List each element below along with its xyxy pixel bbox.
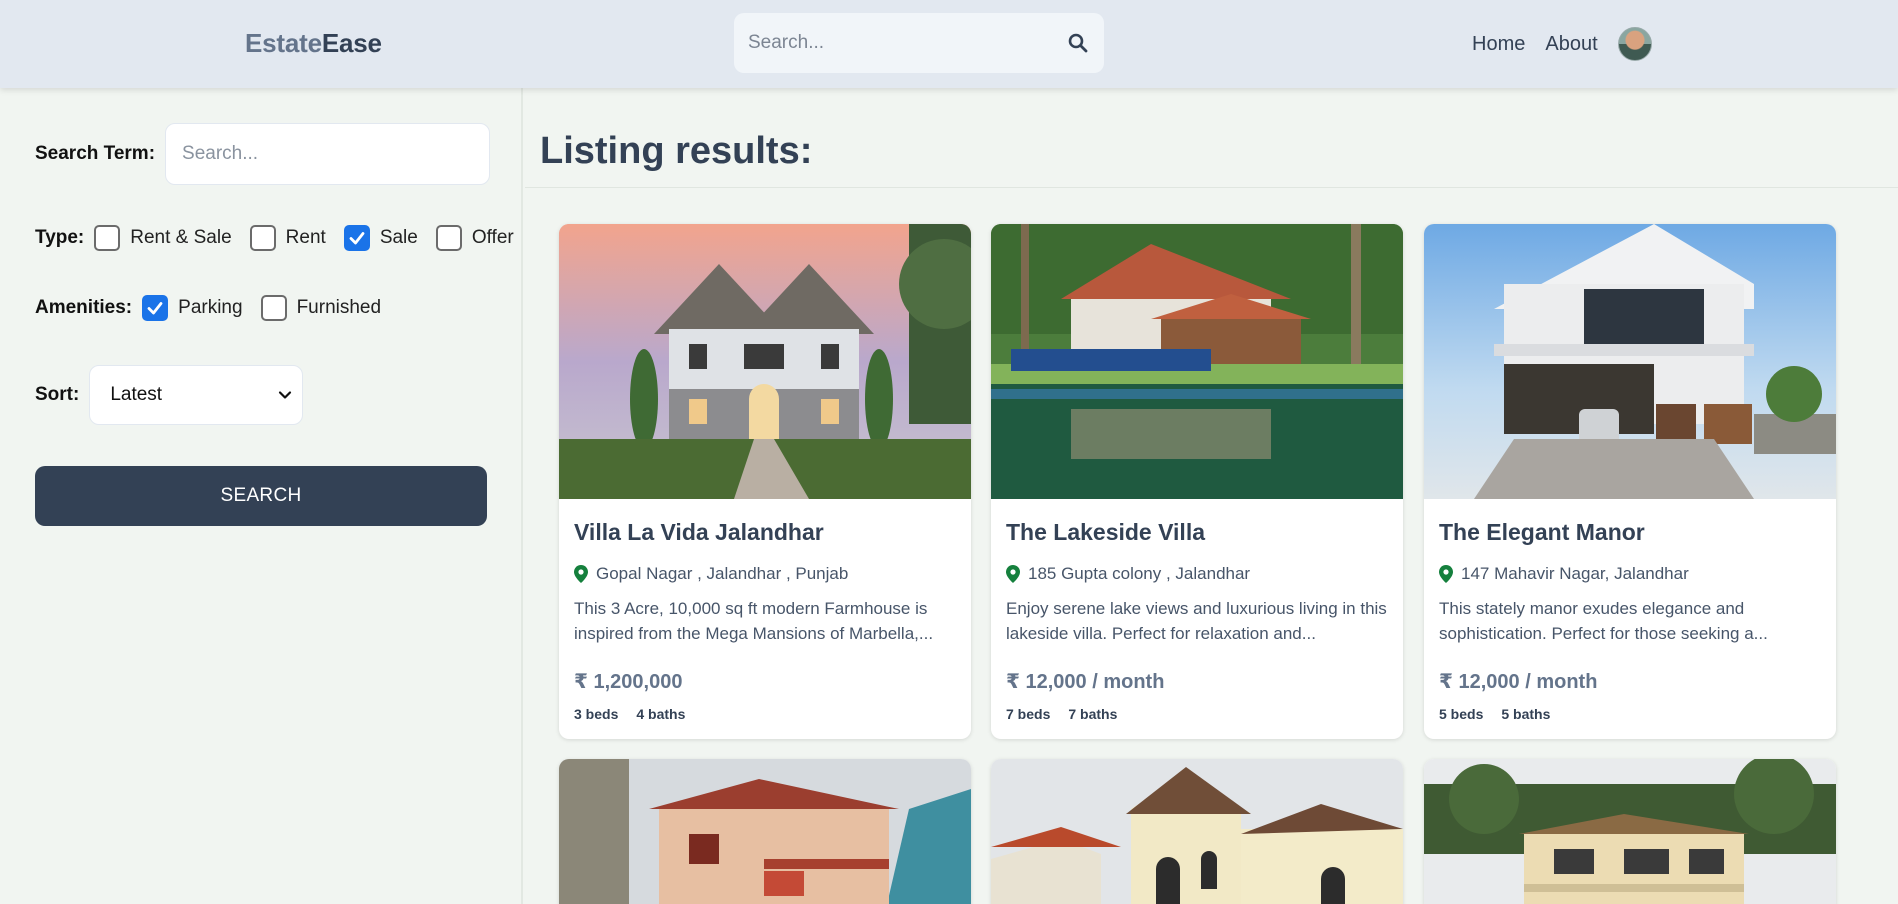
type-option-rent-sale[interactable]: Rent & Sale [94,225,232,251]
type-option-label: Sale [379,227,418,248]
listing-image[interactable] [1424,759,1836,904]
page-title: Listing results: [540,130,813,172]
listing-location-text: 185 Gupta colony , Jalandhar [1028,564,1251,583]
header-search [734,13,1104,73]
listing-card[interactable]: The Lakeside Villa 185 Gupta colony , Ja… [991,224,1403,739]
listing-baths: 4 baths [636,706,686,722]
checkbox-parking[interactable] [142,295,169,321]
nav-home[interactable]: Home [1472,33,1525,56]
amenity-option-label: Parking [178,297,243,318]
sort-row: Sort: Latest [35,365,304,425]
listing-description: Enjoy serene lake views and luxurious li… [1006,599,1387,643]
listing-beds: 5 beds [1439,706,1484,722]
chevron-down-icon [279,391,292,399]
logo[interactable]: EstateEase [245,28,382,59]
header-search-input[interactable] [748,32,1066,54]
checkbox-furnished[interactable] [260,295,287,321]
listing-title[interactable]: The Lakeside Villa [1006,519,1205,546]
sort-select[interactable]: Latest [89,365,304,425]
listing-meta: 7 beds 7 baths [1006,706,1117,722]
listing-description: This stately manor exudes elegance and s… [1439,599,1768,643]
location-pin-icon [1439,565,1453,583]
listing-price: ₹ 12,000 / month [1006,671,1165,693]
filter-sidebar: Search Term: Type: Rent & Sale Rent Sale… [0,88,523,904]
type-row: Type: Rent & Sale Rent Sale Offer [35,225,514,251]
listing-card[interactable] [559,759,971,904]
listing-baths: 5 baths [1501,706,1551,722]
listing-card[interactable]: Villa La Vida Jalandhar Gopal Nagar , Ja… [559,224,971,739]
search-button[interactable]: SEARCH [35,466,487,526]
search-icon[interactable] [1066,31,1090,55]
checkbox-rent[interactable] [249,225,276,251]
listing-image[interactable] [1424,224,1836,499]
search-term-label: Search Term: [35,143,156,164]
check-icon [147,302,163,315]
listing-price: ₹ 1,200,000 [574,671,683,693]
title-divider [525,187,1898,188]
type-label: Type: [35,227,85,248]
listing-location: 147 Mahavir Nagar, Jalandhar [1439,564,1689,584]
nav-links: Home About [1472,24,1652,64]
search-term-row: Search Term: [35,123,491,185]
sort-selected-value: Latest [110,384,163,405]
listing-baths: 7 baths [1068,706,1118,722]
search-term-input[interactable] [165,123,491,185]
listing-image[interactable] [559,224,971,499]
listing-beds: 7 beds [1006,706,1051,722]
avatar[interactable] [1617,27,1652,61]
listing-meta: 5 beds 5 baths [1439,706,1550,722]
listing-location: Gopal Nagar , Jalandhar , Punjab [574,564,848,584]
location-pin-icon [574,565,588,583]
type-option-label: Offer [471,227,514,248]
listing-location-text: 147 Mahavir Nagar, Jalandhar [1461,564,1689,583]
amenities-label: Amenities: [35,297,133,318]
listing-card[interactable]: The Elegant Manor 147 Mahavir Nagar, Jal… [1424,224,1836,739]
checkbox-rent-sale[interactable] [94,225,121,251]
listing-image[interactable] [559,759,971,904]
listing-price: ₹ 12,000 / month [1439,671,1598,693]
check-icon [349,232,365,245]
listing-title[interactable]: Villa La Vida Jalandhar [574,519,824,546]
type-option-label: Rent & Sale [130,227,232,248]
type-option-label: Rent [285,227,326,248]
listing-image[interactable] [991,224,1403,499]
location-pin-icon [1006,565,1020,583]
listing-card[interactable] [991,759,1403,904]
listing-title[interactable]: The Elegant Manor [1439,519,1645,546]
listing-meta: 3 beds 4 baths [574,706,685,722]
listing-beds: 3 beds [574,706,619,722]
amenity-option-parking[interactable]: Parking [142,295,243,321]
listing-image[interactable] [991,759,1403,904]
logo-part-ease: Ease [321,28,382,58]
listing-description: This 3 Acre, 10,000 sq ft modern Farmhou… [574,599,934,643]
amenity-option-furnished[interactable]: Furnished [260,295,382,321]
listing-location: 185 Gupta colony , Jalandhar [1006,564,1250,584]
listing-location-text: Gopal Nagar , Jalandhar , Punjab [596,564,849,583]
amenity-option-label: Furnished [296,297,382,318]
type-option-sale[interactable]: Sale [343,225,418,251]
listing-card[interactable] [1424,759,1836,904]
checkbox-sale[interactable] [343,225,370,251]
top-navbar: EstateEase Home About [0,0,1898,88]
amenities-row: Amenities: Parking Furnished [35,295,381,321]
type-option-offer[interactable]: Offer [435,225,514,251]
logo-part-estate: Estate [245,28,322,58]
sort-label: Sort: [35,384,80,405]
nav-about[interactable]: About [1545,33,1597,56]
checkbox-offer[interactable] [435,225,462,251]
type-option-rent[interactable]: Rent [249,225,326,251]
